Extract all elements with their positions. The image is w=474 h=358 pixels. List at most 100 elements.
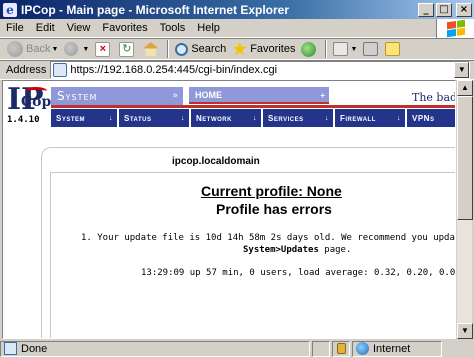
address-dropdown-icon[interactable]: ▼ bbox=[454, 62, 470, 78]
back-button[interactable]: Back ▼ bbox=[4, 39, 61, 59]
home-button[interactable] bbox=[140, 39, 164, 59]
menu-edit[interactable]: Edit bbox=[30, 22, 61, 34]
nav-firewall-label: Firewall bbox=[340, 113, 376, 123]
title-bar: e IPCop - Main page - Microsoft Internet… bbox=[0, 0, 474, 19]
security-lock-cell[interactable] bbox=[332, 340, 350, 357]
mail-button[interactable]: ▼ bbox=[330, 39, 360, 59]
section-arrows-icon: » bbox=[172, 91, 179, 101]
nav-network-label: Network bbox=[196, 113, 232, 123]
ipcop-logo[interactable]: IP Cop 1.4.10 bbox=[7, 85, 51, 131]
favorites-star-icon bbox=[232, 41, 247, 56]
header-divider bbox=[51, 105, 455, 108]
back-dropdown-icon[interactable]: ▼ bbox=[51, 46, 58, 53]
edit-icon bbox=[385, 42, 401, 56]
profile-heading: Current profile: None bbox=[201, 183, 342, 199]
address-label: Address bbox=[6, 64, 47, 76]
profile-error: Profile has errors bbox=[216, 201, 332, 217]
nav-dropdown-icon: ↓ bbox=[109, 114, 113, 122]
menu-help[interactable]: Help bbox=[191, 22, 226, 34]
stop-icon: × bbox=[95, 41, 111, 57]
nav-system-label: System bbox=[56, 113, 86, 123]
home-icon bbox=[143, 42, 159, 56]
nav-vpns-label: VPNs bbox=[412, 113, 435, 123]
nav-dropdown-icon: ↓ bbox=[253, 114, 257, 122]
stop-button[interactable]: × bbox=[92, 39, 116, 59]
scroll-down-button[interactable]: ▼ bbox=[457, 323, 473, 339]
back-label: Back bbox=[26, 43, 51, 55]
panel-body: Current profile: None Profile has errors… bbox=[50, 172, 456, 338]
edit-button[interactable] bbox=[382, 39, 404, 59]
home-tab[interactable]: HOME + bbox=[189, 87, 329, 104]
home-tab-arrow-icon: + bbox=[320, 91, 325, 100]
main-nav: System ↓ Status ↓ Network ↓ Services ↓ Firew… bbox=[51, 109, 455, 127]
close-button[interactable]: × bbox=[456, 2, 472, 17]
logo-cop: Cop bbox=[21, 94, 52, 110]
nav-network[interactable]: Network ↓ bbox=[191, 109, 261, 127]
media-button[interactable] bbox=[298, 39, 322, 59]
status-text-cell: Done bbox=[0, 340, 310, 357]
back-arrow-icon bbox=[7, 41, 23, 57]
status-empty-cell bbox=[312, 340, 330, 357]
section-title-text: System bbox=[57, 89, 98, 103]
refresh-button[interactable]: ↻ bbox=[116, 39, 140, 59]
window-controls: _ □ × bbox=[418, 2, 472, 17]
favorites-label: Favorites bbox=[250, 43, 296, 55]
scroll-thumb[interactable] bbox=[457, 96, 473, 220]
zone-cell: Internet bbox=[352, 340, 442, 357]
update-notice: 1. Your update file is 10d 14h 58m 2s da… bbox=[81, 233, 456, 243]
menu-view[interactable]: View bbox=[61, 22, 97, 34]
maximize-button[interactable]: □ bbox=[436, 2, 452, 17]
browser-content: IP Cop 1.4.10 System » HOME + The bad Sy… bbox=[2, 80, 456, 339]
address-input[interactable]: https://192.168.0.254:445/cgi-bin/index.… bbox=[50, 61, 471, 79]
search-button[interactable]: Search bbox=[172, 39, 229, 59]
nav-services[interactable]: Services ↓ bbox=[263, 109, 333, 127]
forward-dropdown-icon[interactable]: ▼ bbox=[82, 46, 89, 53]
toolbar-separator bbox=[325, 40, 328, 58]
nav-status-label: Status bbox=[124, 113, 152, 123]
toolbar-separator bbox=[167, 40, 170, 58]
version-label: 1.4.10 bbox=[7, 115, 40, 125]
nav-dropdown-icon: ↓ bbox=[325, 114, 329, 122]
status-text: Done bbox=[21, 342, 48, 355]
section-title: System » bbox=[51, 87, 183, 105]
print-icon bbox=[363, 42, 379, 56]
menu-bar: File Edit View Favorites Tools Help bbox=[0, 19, 474, 38]
zone-text: Internet bbox=[373, 342, 411, 355]
page-icon bbox=[53, 63, 68, 77]
notice-tail: page. bbox=[318, 245, 352, 255]
nav-vpns[interactable]: VPNs bbox=[407, 109, 455, 127]
standard-toolbar: Back ▼ ▼ × ↻ Search Favorites ▼ bbox=[0, 38, 474, 60]
print-button[interactable] bbox=[360, 39, 382, 59]
search-icon bbox=[175, 42, 189, 56]
hostname: ipcop.localdomain bbox=[172, 156, 260, 167]
page-done-icon bbox=[4, 342, 17, 355]
home-tab-label: HOME bbox=[195, 90, 222, 100]
scroll-up-button[interactable]: ▲ bbox=[457, 80, 473, 96]
internet-globe-icon bbox=[356, 342, 369, 355]
nav-status[interactable]: Status ↓ bbox=[119, 109, 189, 127]
forward-button[interactable]: ▼ bbox=[61, 39, 92, 59]
nav-dropdown-icon: ↓ bbox=[181, 114, 185, 122]
nav-dropdown-icon: ↓ bbox=[397, 114, 401, 122]
menu-file[interactable]: File bbox=[0, 22, 30, 34]
updates-link[interactable]: System>Updates bbox=[243, 245, 319, 255]
menu-tools[interactable]: Tools bbox=[154, 22, 192, 34]
mail-dropdown-icon[interactable]: ▼ bbox=[350, 46, 357, 53]
uptime-text: 13:29:09 up 57 min, 0 users, load averag… bbox=[141, 268, 456, 278]
update-notice-continued: System>Updates page. bbox=[243, 245, 351, 255]
menu-favorites[interactable]: Favorites bbox=[96, 22, 153, 34]
nav-firewall[interactable]: Firewall ↓ bbox=[335, 109, 405, 127]
favorites-button[interactable]: Favorites bbox=[229, 39, 298, 59]
vertical-scrollbar[interactable]: ▲ ▼ bbox=[456, 80, 473, 339]
address-url[interactable]: https://192.168.0.254:445/cgi-bin/index.… bbox=[70, 64, 277, 76]
forward-arrow-icon bbox=[64, 42, 79, 56]
minimize-button[interactable]: _ bbox=[418, 2, 434, 17]
nav-system[interactable]: System ↓ bbox=[51, 109, 117, 127]
lock-icon bbox=[336, 343, 346, 354]
windows-logo-icon bbox=[436, 19, 474, 38]
main-panel: ipcop.localdomain Current profile: None … bbox=[41, 147, 456, 338]
search-label: Search bbox=[191, 43, 227, 55]
media-icon bbox=[301, 41, 317, 57]
mail-icon bbox=[333, 42, 349, 56]
refresh-icon: ↻ bbox=[119, 41, 135, 57]
